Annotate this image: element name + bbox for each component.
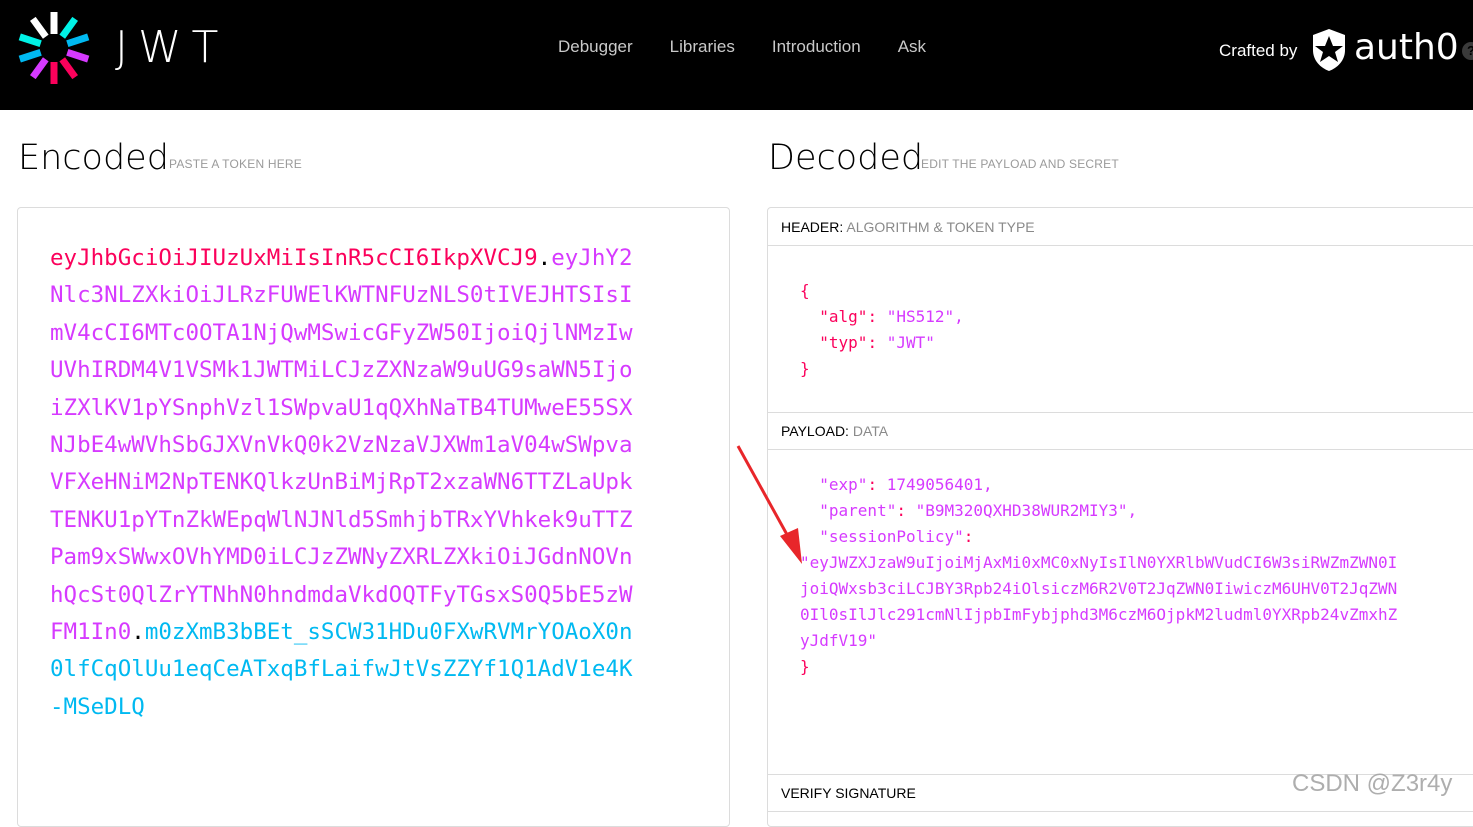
header-json-editor[interactable]: { "alg": "HS512", "typ": "JWT" }: [800, 278, 964, 382]
alg-value: "HS512",: [886, 307, 964, 326]
top-navbar: JWT Debugger Libraries Introduction Ask …: [0, 0, 1473, 110]
nav-debugger[interactable]: Debugger: [558, 36, 633, 58]
exp-key: "exp": [819, 475, 868, 494]
crafted-by-label: Crafted by: [1219, 41, 1298, 60]
auth0-shield-icon[interactable]: [1311, 28, 1347, 72]
main-nav: Debugger Libraries Introduction Ask: [558, 36, 963, 58]
nav-libraries[interactable]: Libraries: [670, 36, 735, 58]
payload-label: PAYLOAD:: [781, 423, 849, 439]
alg-key: "alg": [819, 307, 868, 326]
token-payload-part: eyJhY2Nlc3NLZXkiOiJLRzFUWElKWTNFUzNLS0tI…: [50, 245, 633, 646]
decoded-subtitle: EDIT THE PAYLOAD AND SECRET: [921, 157, 1119, 171]
auth0-wordmark[interactable]: auth0: [1354, 26, 1459, 70]
typ-key: "typ": [819, 333, 868, 352]
nav-introduction[interactable]: Introduction: [772, 36, 861, 58]
session-policy-key: "sessionPolicy": [819, 527, 964, 546]
jwt-logo-icon[interactable]: [16, 10, 92, 86]
decoded-panel: HEADER: ALGORITHM & TOKEN TYPE { "alg": …: [767, 207, 1473, 827]
nav-ask[interactable]: Ask: [898, 36, 926, 58]
token-dot: .: [131, 619, 145, 646]
encoded-title: Encoded: [18, 138, 169, 178]
payload-closing-brace: }: [800, 657, 810, 676]
typ-value: "JWT": [886, 333, 935, 352]
header-desc: ALGORITHM & TOKEN TYPE: [846, 219, 1035, 235]
header-section-title: HEADER: ALGORITHM & TOKEN TYPE: [768, 208, 1473, 246]
payload-desc: DATA: [852, 423, 889, 439]
csdn-watermark: CSDN @Z3r4y: [1292, 770, 1453, 797]
payload-section-title: PAYLOAD: DATA: [768, 412, 1473, 450]
decoded-title: Decoded: [768, 138, 924, 178]
parent-value: "B9M320QXHD38WUR2MIY3",: [915, 501, 1138, 520]
exp-value: 1749056401,: [886, 475, 993, 494]
header-label: HEADER:: [781, 219, 844, 235]
token-dot: .: [537, 245, 552, 271]
encoded-token-text[interactable]: eyJhbGciOiJIUzUxMiIsInR5cCI6IkpXVCJ9.eyJ…: [50, 240, 640, 726]
encoded-token-editor[interactable]: eyJhbGciOiJIUzUxMiIsInR5cCI6IkpXVCJ9.eyJ…: [17, 207, 730, 827]
help-icon[interactable]: ?: [1462, 42, 1473, 60]
annotation-arrow-icon: [736, 445, 802, 564]
token-header-part: eyJhbGciOiJIUzUxMiIsInR5cCI6IkpXVCJ9: [50, 245, 538, 271]
payload-json-editor[interactable]: "exp": 1749056401, "parent": "B9M320QXHD…: [800, 472, 1137, 550]
parent-key: "parent": [819, 501, 897, 520]
session-policy-value[interactable]: "eyJWZXJzaW9uIjoiMjAxMi0xMC0xNyIsIlN0YXR…: [800, 550, 1400, 654]
encoded-subtitle: PASTE A TOKEN HERE: [169, 157, 302, 171]
brand-wordmark[interactable]: JWT: [115, 22, 228, 74]
